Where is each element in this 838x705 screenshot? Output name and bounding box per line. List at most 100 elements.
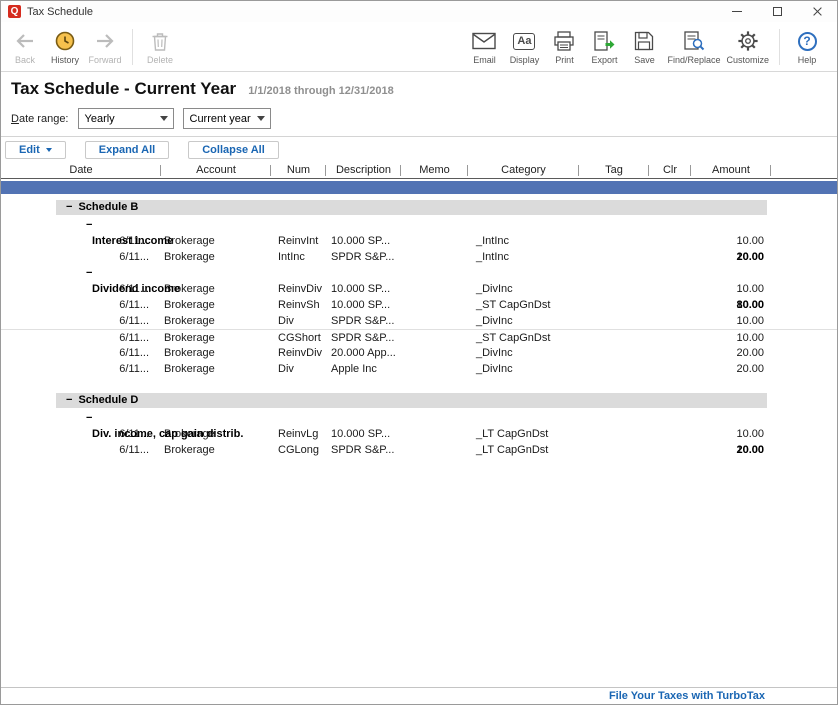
column-header-account: Account — [161, 162, 271, 179]
transaction-row[interactable]: 6/11...BrokerageCGShortSPDR S&P..._ST Ca… — [1, 329, 837, 345]
minimize-button[interactable] — [717, 1, 757, 22]
cell-num: ReinvDiv — [271, 345, 326, 361]
page-title: Tax Schedule - Current Year — [11, 79, 236, 99]
report-header: Tax Schedule - Current Year 1/1/2018 thr… — [1, 72, 837, 102]
close-button[interactable] — [797, 1, 837, 22]
help-button[interactable]: ? Help — [787, 27, 827, 67]
cell-tag — [579, 330, 649, 345]
minimize-icon — [732, 11, 742, 12]
group-name: Div. income, cap gain distrib. — [92, 426, 837, 442]
cell-tag — [579, 345, 649, 361]
cell-account: Brokerage — [161, 249, 271, 265]
column-header-amount: Amount — [691, 162, 771, 179]
print-button[interactable]: Print — [544, 27, 584, 67]
group-header-row: −Div. income, cap gain distrib.20.00 — [1, 410, 837, 426]
cell-num: CGShort — [271, 330, 326, 345]
trash-icon — [151, 29, 169, 54]
filter-row: Date range: Yearly Current year — [1, 102, 837, 137]
collapse-section-toggle[interactable]: − — [66, 200, 72, 215]
back-button[interactable]: Back — [5, 27, 45, 67]
gear-icon — [737, 29, 759, 54]
cell-num: Div — [271, 313, 326, 329]
cell-date: 6/11... — [1, 330, 161, 345]
delete-button[interactable]: Delete — [140, 27, 180, 67]
group-header-row: −Interest income20.00 — [1, 217, 837, 233]
find-replace-label: Find/Replace — [667, 55, 720, 65]
cell-description: SPDR S&P... — [326, 313, 401, 329]
save-label: Save — [634, 55, 655, 65]
collapse-group-toggle[interactable]: − — [86, 410, 837, 426]
year-dropdown[interactable]: Current year — [183, 108, 271, 129]
group-name: Interest income — [92, 233, 837, 249]
help-question-icon: ? — [798, 29, 817, 54]
cell-amount: 20.00 — [691, 361, 771, 377]
forward-button[interactable]: Forward — [85, 27, 125, 67]
group-total: 20.00 — [691, 249, 764, 265]
find-replace-icon — [683, 29, 705, 54]
column-header-memo: Memo — [401, 162, 468, 179]
transaction-row[interactable]: 6/11...BrokerageDivSPDR S&P..._DivInc10.… — [1, 313, 837, 329]
cell-filler — [771, 330, 837, 345]
cell-date: 6/11... — [1, 345, 161, 361]
cell-filler — [771, 442, 837, 458]
printer-icon — [553, 29, 575, 54]
transaction-row[interactable]: 6/11...BrokerageReinvDiv20.000 App..._Di… — [1, 345, 837, 361]
display-button[interactable]: Aa Display — [504, 27, 544, 67]
cell-memo — [401, 345, 468, 361]
cell-date: 6/11... — [1, 297, 161, 313]
cell-memo — [401, 442, 468, 458]
collapse-group-toggle[interactable]: − — [86, 265, 837, 281]
column-header-category: Category — [468, 162, 579, 179]
cell-category: _DivInc — [468, 361, 579, 377]
edit-menu-button[interactable]: Edit — [5, 141, 66, 159]
cell-amount: 20.00 — [691, 345, 771, 361]
cell-date: 6/11... — [1, 361, 161, 377]
cell-clr — [649, 249, 691, 265]
back-label: Back — [15, 55, 35, 65]
email-button[interactable]: Email — [464, 27, 504, 67]
section-name: Schedule D — [78, 393, 138, 408]
group-header-row: −Dividend income80.00 — [1, 265, 837, 281]
maximize-button[interactable] — [757, 1, 797, 22]
collapse-section-toggle[interactable]: − — [66, 393, 72, 408]
group-total: 20.00 — [691, 442, 764, 458]
chevron-down-icon — [46, 148, 52, 152]
history-button[interactable]: History — [45, 27, 85, 67]
turbotax-link[interactable]: File Your Taxes with TurboTax — [609, 690, 765, 702]
footer-bar: File Your Taxes with TurboTax — [1, 687, 837, 704]
cell-memo — [401, 361, 468, 377]
save-button[interactable]: Save — [624, 27, 664, 67]
cell-clr — [649, 313, 691, 329]
delete-label: Delete — [147, 55, 173, 65]
table-header: Date Account Num Description Memo Catego… — [1, 162, 837, 179]
cell-tag — [579, 361, 649, 377]
find-replace-button[interactable]: Find/Replace — [664, 27, 723, 67]
customize-label: Customize — [726, 55, 769, 65]
cell-filler — [771, 313, 837, 329]
cell-description: SPDR S&P... — [326, 442, 401, 458]
actions-row: Edit Expand All Collapse All — [1, 137, 837, 162]
envelope-icon — [472, 29, 496, 54]
transaction-row[interactable]: 6/11...BrokerageDivApple Inc_DivInc20.00 — [1, 361, 837, 377]
cell-tag — [579, 249, 649, 265]
period-dropdown-value: Yearly — [85, 113, 115, 125]
cell-date: 6/11... — [1, 442, 161, 458]
cell-filler — [771, 345, 837, 361]
period-dropdown[interactable]: Yearly — [78, 108, 174, 129]
section-name: Schedule B — [78, 200, 138, 215]
cell-num: CGLong — [271, 442, 326, 458]
cell-memo — [401, 297, 468, 313]
export-button[interactable]: Export — [584, 27, 624, 67]
column-header-num: Num — [271, 162, 326, 179]
cell-category: _LT CapGnDst — [468, 442, 579, 458]
cell-num: Div — [271, 361, 326, 377]
chevron-down-icon — [257, 116, 265, 121]
expand-all-button[interactable]: Expand All — [85, 141, 169, 159]
cell-category: _ST CapGnDst — [468, 297, 579, 313]
report-body: −Schedule B−Interest income20.006/11...B… — [1, 194, 837, 458]
collapse-all-button[interactable]: Collapse All — [188, 141, 279, 159]
collapse-group-toggle[interactable]: − — [86, 217, 837, 233]
customize-button[interactable]: Customize — [723, 27, 772, 67]
cell-date: 6/11... — [1, 249, 161, 265]
cell-tag — [579, 297, 649, 313]
